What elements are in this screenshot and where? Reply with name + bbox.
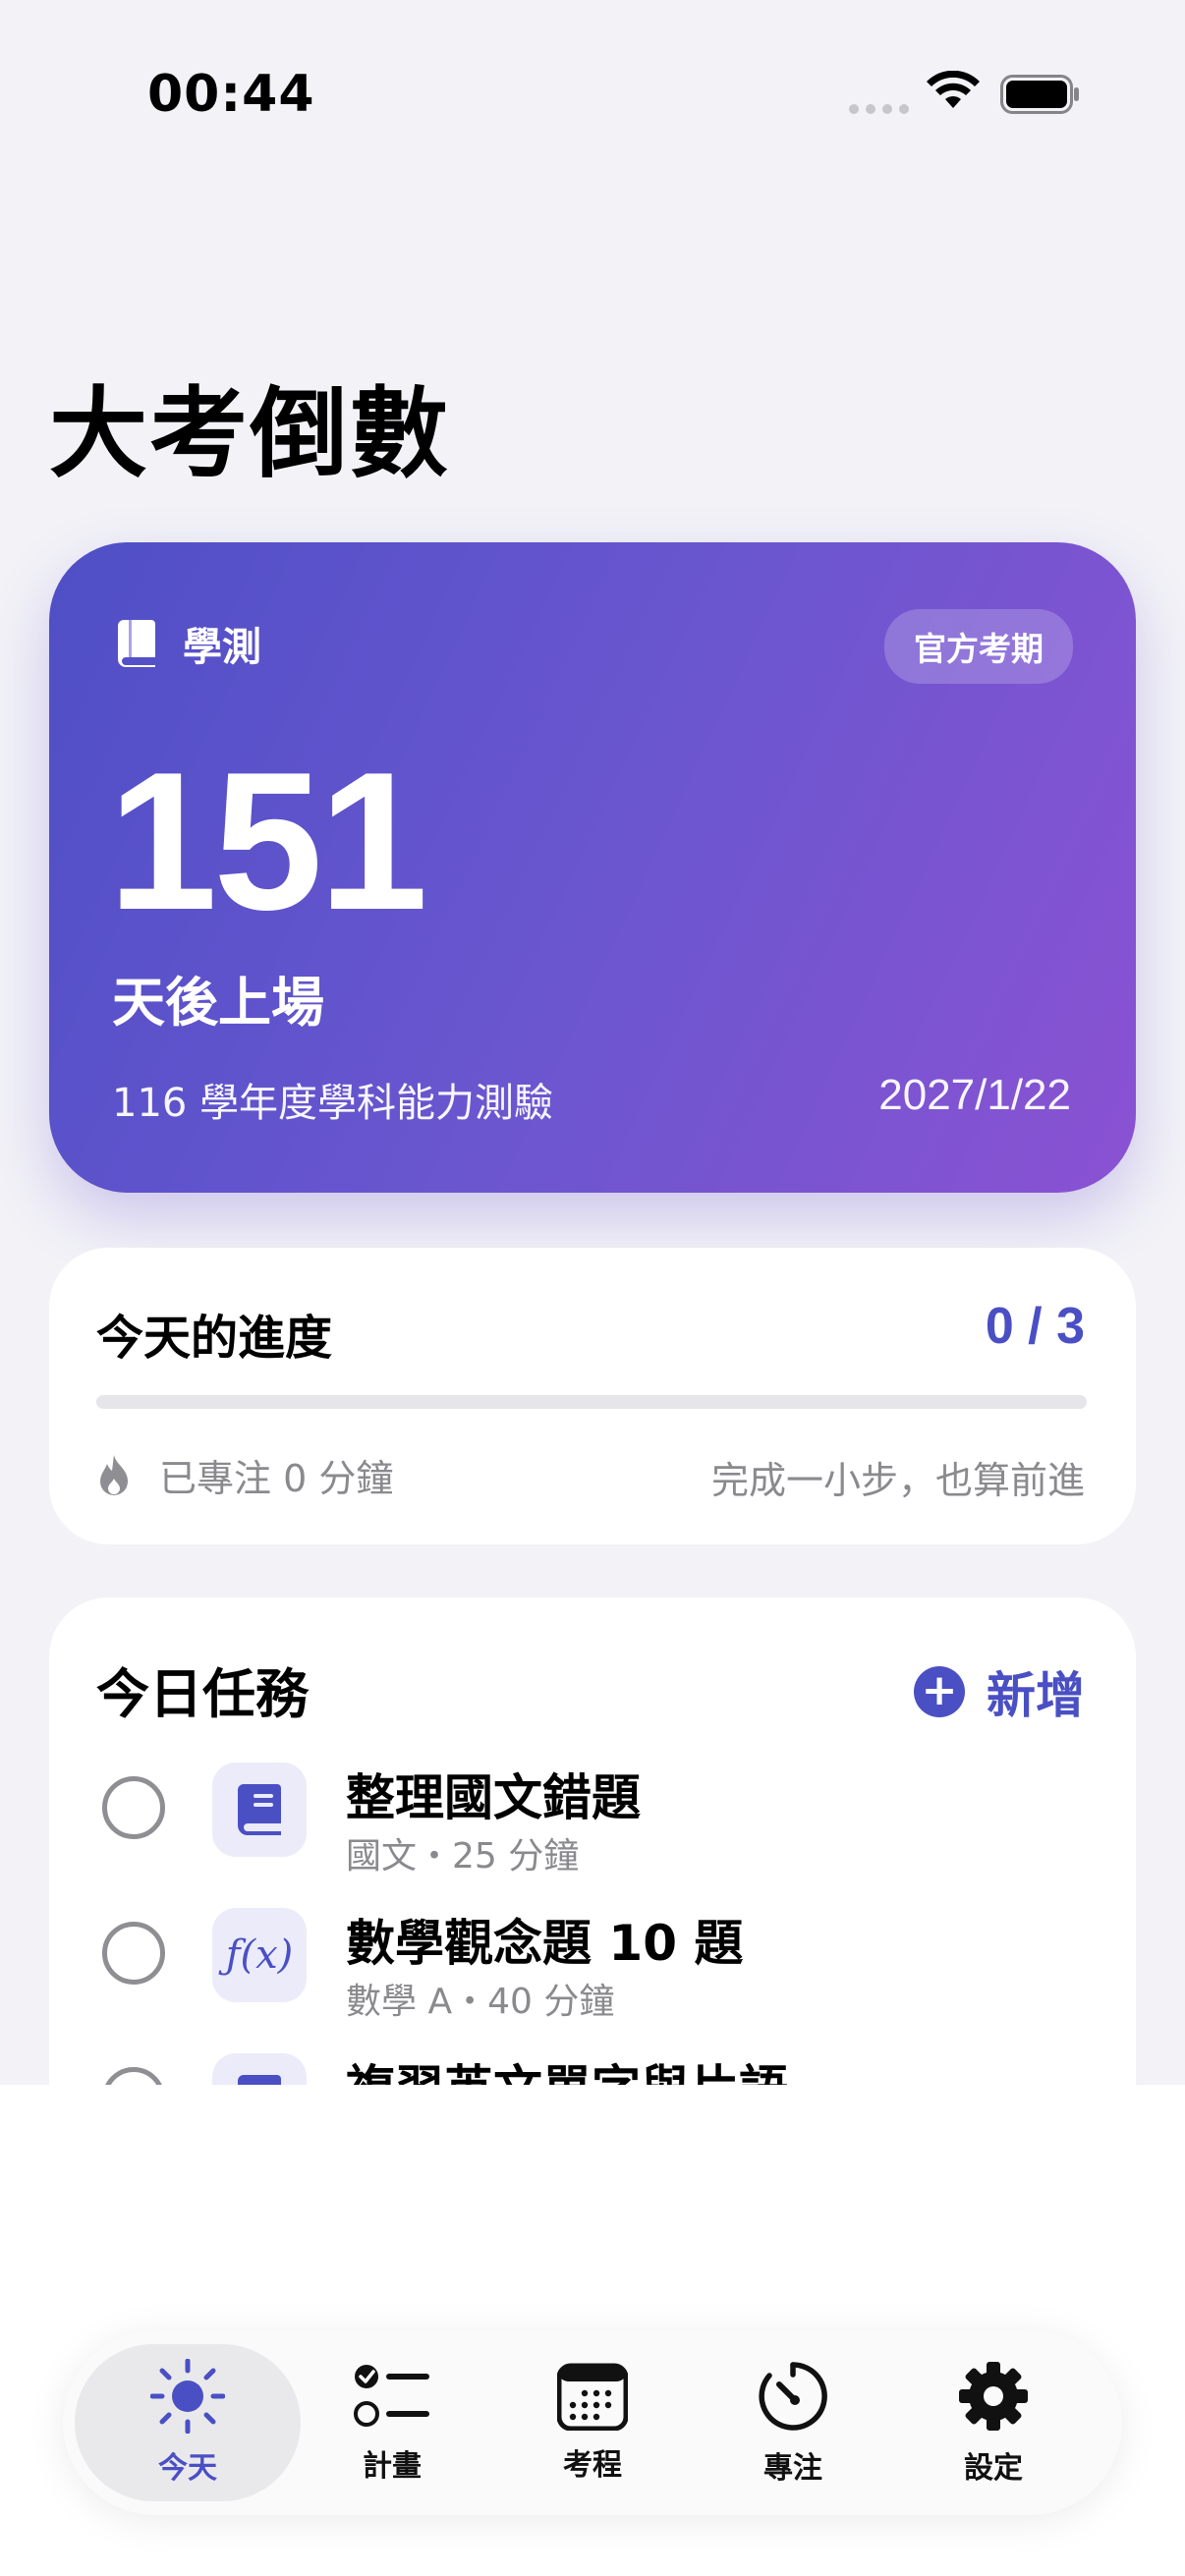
focus-minutes: 已專注 0 分鐘: [159, 1457, 394, 1500]
today-tasks-card: 今日任務 + 新增 整理國文錯題 國文・25 分鐘 ƒ(x) 數學觀念題 10 …: [49, 1597, 1136, 2085]
timer-icon: [759, 2362, 827, 2431]
add-task-button[interactable]: + 新增: [914, 1656, 1085, 1727]
checklist-icon: [354, 2365, 429, 2427]
task-meta: 數學 A・40 分鐘: [346, 1982, 615, 2022]
calendar-icon: [557, 2363, 628, 2431]
task-item[interactable]: 整理國文錯題 國文・25 分鐘: [49, 1743, 1136, 1880]
days-remaining: 151: [108, 732, 428, 951]
exam-label: 學測: [183, 625, 261, 670]
daily-progress-card: 今天的進度 0 / 3 已專注 0 分鐘 完成一小步，也算前進: [49, 1248, 1136, 1544]
tab-label: 考程: [563, 2448, 622, 2483]
tab-label: 今天: [158, 2451, 217, 2486]
wifi-icon: [927, 71, 980, 108]
book-icon: [212, 2053, 307, 2085]
function-icon: ƒ(x): [212, 1908, 307, 2002]
tab-bar: 今天 計畫 考程 專注 設定: [63, 2330, 1122, 2515]
tab-label: 專注: [763, 2451, 822, 2486]
plus-icon: +: [914, 1666, 965, 1717]
task-checkbox[interactable]: [102, 1776, 165, 1839]
task-name: 數學觀念題 10 題: [346, 1915, 744, 1972]
status-time: 00:44: [147, 65, 315, 124]
task-meta: 國文・25 分鐘: [346, 1836, 580, 1876]
task-checkbox[interactable]: [102, 2067, 165, 2085]
progress-bar: [96, 1395, 1087, 1409]
gear-icon: [959, 2362, 1028, 2431]
task-item[interactable]: 複習英文單字與片語: [49, 2034, 1136, 2085]
sun-icon: [150, 2359, 225, 2434]
tab-label: 設定: [964, 2451, 1023, 2486]
status-bar: 00:44: [0, 0, 1185, 196]
exam-date: 2027/1/22: [878, 1071, 1071, 1119]
task-name: 複習英文單字與片語: [346, 2049, 788, 2085]
flame-icon: [100, 1454, 128, 1495]
task-item[interactable]: ƒ(x) 數學觀念題 10 題 數學 A・40 分鐘: [49, 1888, 1136, 2026]
book-icon: [118, 620, 155, 667]
add-task-label: 新增: [987, 1667, 1085, 1724]
page-title: 大考倒數: [49, 376, 450, 491]
tasks-title: 今日任務: [96, 1663, 309, 1725]
focus-summary: 已專注 0 分鐘: [96, 1448, 393, 1502]
days-suffix: 天後上場: [112, 972, 324, 1034]
cellular-signal-icon: [849, 104, 909, 114]
exam-full-name: 116 學年度學科能力測驗: [112, 1081, 554, 1126]
tab-plan[interactable]: 計畫: [279, 2344, 505, 2501]
progress-title: 今天的進度: [96, 1311, 333, 1366]
progress-count: 0 / 3: [985, 1298, 1085, 1355]
battery-icon: [1000, 75, 1079, 114]
tab-schedule[interactable]: 考程: [480, 2344, 705, 2501]
motivation-text: 完成一小步，也算前進: [710, 1459, 1085, 1502]
tab-label: 計畫: [363, 2449, 422, 2484]
task-name: 整理國文錯題: [346, 1769, 641, 1826]
tab-focus[interactable]: 專注: [680, 2344, 906, 2501]
tab-today[interactable]: 今天: [75, 2344, 301, 2501]
task-checkbox[interactable]: [102, 1922, 165, 1985]
tasks-scroll-area[interactable]: 今日任務 + 新增 整理國文錯題 國文・25 分鐘 ƒ(x) 數學觀念題 10 …: [0, 1592, 1185, 2085]
official-date-badge: 官方考期: [884, 609, 1073, 684]
book-icon: [212, 1763, 307, 1857]
function-icon-label: ƒ(x): [225, 1932, 294, 1978]
countdown-card[interactable]: 學測 官方考期 151 天後上場 116 學年度學科能力測驗 2027/1/22: [49, 542, 1136, 1193]
exam-heading: 學測: [118, 615, 261, 672]
tab-settings[interactable]: 設定: [880, 2344, 1106, 2501]
